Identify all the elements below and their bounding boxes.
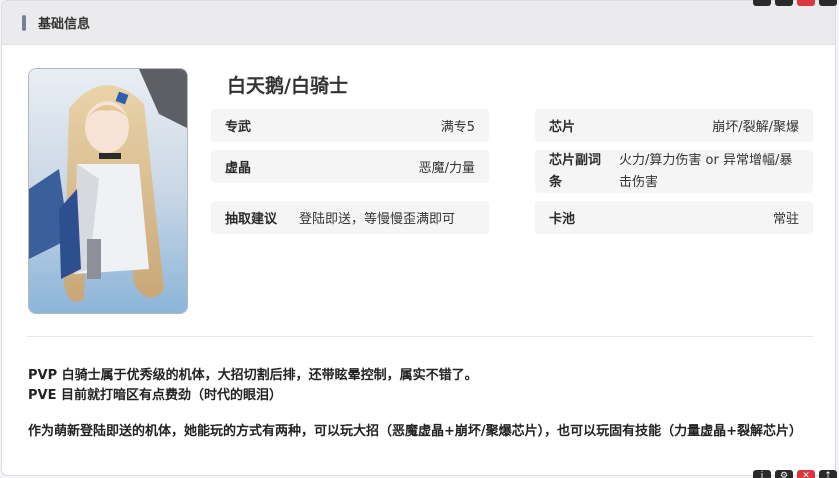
info-cell-banner: 卡池 常驻 xyxy=(535,201,813,234)
info-icon[interactable]: i xyxy=(753,470,771,478)
section-title: 基础信息 xyxy=(38,17,91,32)
character-portrait xyxy=(28,68,188,314)
gear-icon[interactable] xyxy=(775,0,793,6)
info-cell-chip-substat: 芯片副词条 火力/算力伤害 or 异常增幅/暴击伤害 xyxy=(535,150,813,193)
info-value: 常驻 xyxy=(772,212,799,227)
close-icon[interactable]: ✕ xyxy=(797,470,815,478)
card-header: 基础信息 xyxy=(2,1,835,45)
info-label: 专武 xyxy=(225,120,252,135)
up-arrow-icon[interactable]: ↑ xyxy=(819,470,837,478)
gear-icon[interactable]: ⚙ xyxy=(775,470,793,478)
vertical-bar-icon xyxy=(22,14,26,31)
info-cell-pull-advice: 抽取建议 登陆即送，等慢慢歪满即可 xyxy=(211,201,489,234)
portrait-illustration xyxy=(29,69,187,313)
info-value: 登陆即送，等慢慢歪满即可 xyxy=(299,212,456,227)
description-playstyle: 作为萌新登陆即送的机体，她能玩的方式有两种，可以玩大招（恶魔虚晶+崩坏/聚爆芯片… xyxy=(28,424,803,439)
info-cell-crystal: 虚晶 恶魔/力量 xyxy=(211,150,489,183)
description-pve: PVE 目前就打暗区有点费劲（时代的眼泪） xyxy=(28,388,282,403)
up-arrow-icon[interactable] xyxy=(819,0,837,6)
info-label: 虚晶 xyxy=(225,161,252,176)
info-value: 崩坏/裂解/聚爆 xyxy=(712,120,799,135)
info-label: 抽取建议 xyxy=(225,212,278,227)
info-cell-chip: 芯片 崩坏/裂解/聚爆 xyxy=(535,109,813,142)
info-value: 恶魔/力量 xyxy=(418,161,475,176)
section-divider xyxy=(27,336,813,337)
description-pvp: PVP 白骑士属于优秀级的机体，大招切割后排，还带眩晕控制，属实不错了。 xyxy=(28,368,478,383)
info-label: 芯片 xyxy=(549,120,576,135)
info-value: 满专5 xyxy=(440,120,475,135)
info-value: 火力/算力伤害 or 异常增幅/暴击伤害 xyxy=(619,152,793,190)
close-icon[interactable] xyxy=(797,0,815,6)
info-label: 卡池 xyxy=(549,212,576,227)
bottom-corner-toolbar: i ⚙ ✕ ↑ xyxy=(753,470,837,478)
top-corner-toolbar xyxy=(753,0,837,6)
character-name: 白天鹅/白骑士 xyxy=(227,75,348,97)
info-icon[interactable] xyxy=(753,0,771,6)
info-cell-exclusive-weapon: 专武 满专5 xyxy=(211,109,489,142)
info-label: 芯片副词条 xyxy=(549,152,602,190)
